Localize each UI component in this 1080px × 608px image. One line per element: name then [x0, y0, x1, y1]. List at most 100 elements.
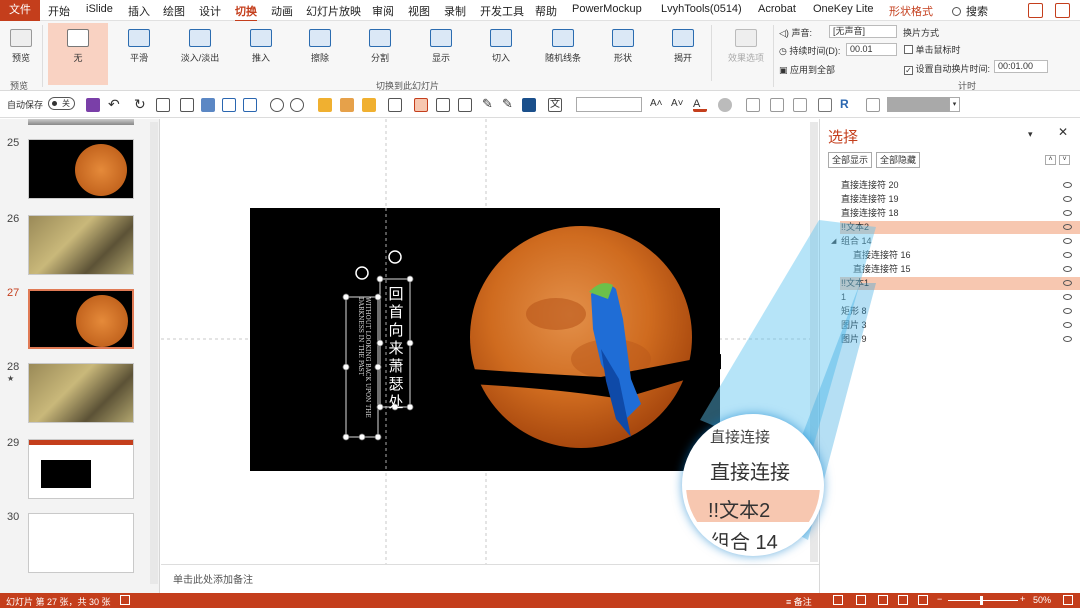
on-click-checkbox[interactable]: [904, 45, 913, 54]
tab-view[interactable]: 视图: [408, 3, 430, 19]
eye-icon[interactable]: [1063, 252, 1072, 258]
hide-all-button[interactable]: 全部隐藏: [876, 152, 920, 168]
effect-options-button[interactable]: 效果选项: [724, 23, 768, 85]
eye-icon[interactable]: [1063, 322, 1072, 328]
redo-icon[interactable]: ↻: [134, 97, 148, 112]
save-icon[interactable]: [86, 98, 100, 112]
moon-image[interactable]: [470, 226, 692, 448]
spelling-icon[interactable]: [120, 595, 130, 605]
thumb-scrollbar[interactable]: [150, 122, 158, 584]
tab-design[interactable]: 设计: [199, 3, 221, 19]
tab-lvyhtools[interactable]: LvyhTools(0514): [661, 3, 742, 15]
transition-shape[interactable]: 形状: [600, 23, 646, 85]
slide-thumb-27[interactable]: [28, 289, 134, 349]
selection-pane-icon[interactable]: [414, 98, 428, 112]
slide-thumb-29[interactable]: [28, 439, 134, 499]
tab-review[interactable]: 审阅: [372, 3, 394, 19]
share-icon[interactable]: [1028, 3, 1043, 18]
bring-forward-icon[interactable]: ˄: [1045, 155, 1056, 165]
list-item[interactable]: 直接连接符 16: [840, 249, 1080, 262]
ungroup-icon[interactable]: [362, 98, 376, 112]
show-all-button[interactable]: 全部显示: [828, 152, 872, 168]
after-checkbox[interactable]: ✓: [904, 66, 913, 75]
font-grow-icon[interactable]: A˄: [650, 98, 664, 112]
rotate-icon[interactable]: [388, 98, 402, 112]
normal-view-icon[interactable]: [856, 595, 866, 605]
color-swatch[interactable]: [887, 97, 949, 112]
qa-tool-icon[interactable]: [180, 98, 194, 112]
r-icon[interactable]: R: [840, 98, 854, 112]
eye-icon[interactable]: [1063, 280, 1072, 286]
eye-icon[interactable]: [1063, 294, 1072, 300]
eye-icon[interactable]: [1063, 266, 1072, 272]
gallery-scroll[interactable]: [711, 25, 721, 81]
textbox-icon[interactable]: [222, 98, 236, 112]
transition-wipe[interactable]: 擦除: [297, 23, 343, 85]
tab-slideshow[interactable]: 幻灯片放映: [306, 3, 361, 19]
text-direction-icon[interactable]: 文: [548, 98, 562, 112]
tab-insert[interactable]: 插入: [128, 3, 150, 19]
sorter-view-icon[interactable]: [878, 595, 888, 605]
comments-icon[interactable]: [1055, 3, 1070, 18]
swatch-dropdown-icon[interactable]: ▾: [949, 97, 960, 112]
list-item[interactable]: 矩形 8: [840, 305, 1080, 318]
size-icon[interactable]: [793, 98, 807, 112]
font-select[interactable]: [576, 97, 642, 112]
eye-icon[interactable]: [1063, 196, 1072, 202]
sound-select[interactable]: [无声音]: [829, 25, 897, 38]
shape-outline-icon[interactable]: [290, 98, 304, 112]
tab-animations[interactable]: 动画: [271, 3, 293, 19]
apply-all-button[interactable]: ▣ 应用到全部: [779, 63, 835, 76]
autosave-toggle[interactable]: 关: [48, 97, 75, 110]
list-item[interactable]: 直接连接符 15: [840, 263, 1080, 276]
eye-icon[interactable]: [1063, 182, 1072, 188]
transition-push[interactable]: 推入: [238, 23, 284, 85]
collapse-icon[interactable]: ◢: [831, 235, 836, 248]
tab-acrobat[interactable]: Acrobat: [758, 3, 796, 15]
format-painter-icon[interactable]: [156, 98, 170, 112]
list-item[interactable]: 直接连接符 20: [840, 179, 1080, 192]
line-icon[interactable]: [746, 98, 760, 112]
eyedropper-icon[interactable]: ✎: [482, 97, 496, 112]
slide-thumb-26[interactable]: [28, 215, 134, 275]
send-backward-icon[interactable]: ˅: [1059, 155, 1070, 165]
eye-icon[interactable]: [1063, 210, 1072, 216]
fill-color-icon[interactable]: [522, 98, 536, 112]
tab-file[interactable]: 文件: [0, 0, 40, 21]
shape-fill-icon[interactable]: [270, 98, 284, 112]
picture-icon[interactable]: [243, 98, 257, 112]
slide-thumb-25[interactable]: [28, 139, 134, 199]
tab-onekey[interactable]: OneKey Lite: [813, 3, 874, 15]
english-vertical-text[interactable]: WITHOUT LOOKING BACK UPON THE DARKNESS I…: [357, 297, 371, 437]
tab-home[interactable]: 开始: [48, 3, 70, 19]
slideshow-view-icon[interactable]: [918, 595, 928, 605]
transition-reveal[interactable]: 显示: [418, 23, 464, 85]
eye-icon[interactable]: [1063, 308, 1072, 314]
zoom-in-icon[interactable]: +: [1020, 594, 1025, 604]
zoom-level[interactable]: 50%: [1033, 595, 1051, 605]
crop-icon[interactable]: [436, 98, 450, 112]
transition-none[interactable]: 无: [48, 23, 108, 85]
tab-help[interactable]: 帮助: [535, 3, 557, 19]
edit-points-icon[interactable]: [458, 98, 472, 112]
comments-status-icon[interactable]: [833, 595, 843, 605]
transition-uncover[interactable]: 揭开: [660, 23, 706, 85]
eye-icon[interactable]: [1063, 238, 1072, 244]
notes-toggle[interactable]: ≡ 备注: [786, 595, 812, 608]
eye-icon[interactable]: [1063, 224, 1072, 230]
fit-slide-icon[interactable]: [1063, 595, 1073, 605]
list-item[interactable]: 图片 9: [840, 333, 1080, 346]
list-item[interactable]: 图片 3: [840, 319, 1080, 332]
preview-button[interactable]: 预览: [6, 23, 36, 85]
chinese-vertical-text[interactable]: 回首向来萧瑟处: [386, 285, 406, 411]
font-color-icon[interactable]: A: [693, 98, 707, 112]
eyedropper-fill-icon[interactable]: ✎: [502, 97, 516, 112]
transition-split[interactable]: 分割: [357, 23, 403, 85]
image-icon[interactable]: [818, 98, 832, 112]
undo-icon[interactable]: ↶: [108, 97, 122, 112]
highlight-icon[interactable]: [718, 98, 732, 112]
notes-area[interactable]: 单击此处添加备注: [161, 564, 819, 593]
list-item[interactable]: !!文本1: [840, 277, 1080, 290]
tab-islide[interactable]: iSlide: [86, 3, 113, 15]
reading-view-icon[interactable]: [898, 595, 908, 605]
